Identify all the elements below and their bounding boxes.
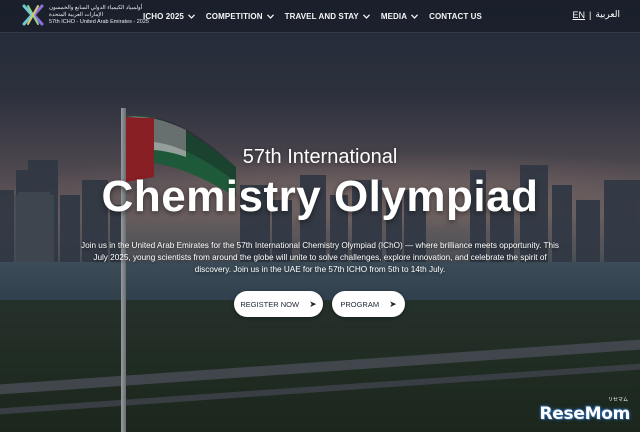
- lang-ar-link[interactable]: العربية: [595, 10, 620, 20]
- watermark-logo: ReseMom: [539, 404, 631, 424]
- nav-label: ICHO 2025: [143, 12, 184, 21]
- nav-label: COMPETITION: [205, 12, 263, 21]
- hero-title: Chemistry Olympiad: [101, 172, 539, 221]
- nav-label: MEDIA: [380, 12, 408, 21]
- logo-arabic-line2: الإمارات العربية المتحدة: [49, 11, 104, 18]
- nav-label: TRAVEL AND STAY: [284, 12, 359, 21]
- register-now-button[interactable]: REGISTER NOW ➤: [234, 291, 323, 317]
- nav-item-travel-and-stay[interactable]: TRAVEL AND STAY: [285, 12, 370, 21]
- language-switcher: EN | العربية: [573, 10, 620, 20]
- logo-text: أولمبياد الكيمياء الدولي السابع والخمسون…: [49, 5, 149, 26]
- hero-description: Join us in the United Arab Emirates for …: [81, 241, 559, 274]
- program-button[interactable]: PROGRAM ➤: [332, 291, 405, 317]
- button-label: PROGRAM: [340, 299, 380, 309]
- button-label: REGISTER NOW: [240, 299, 300, 309]
- site-header: أولمبياد الكيمياء الدولي السابع والخمسون…: [0, 0, 640, 33]
- arrow-right-icon: ➤: [309, 298, 317, 309]
- nav-item-media[interactable]: MEDIA: [380, 12, 419, 21]
- logo-english-line: 57th ICHO - United Arab Emirates - 2025: [49, 18, 149, 25]
- chevron-down-icon: [187, 14, 195, 19]
- hero-subtitle: 57th International: [242, 146, 398, 168]
- logo-arabic-line1: أولمبياد الكيمياء الدولي السابع والخمسون: [49, 4, 143, 11]
- chevron-down-icon: [362, 14, 370, 19]
- lang-separator: |: [589, 10, 592, 20]
- nav-item-contact-us[interactable]: CONTACT US: [429, 12, 482, 21]
- lang-en-link[interactable]: EN: [573, 10, 586, 20]
- nav-item-icho-2025[interactable]: ICHO 2025: [143, 12, 195, 21]
- main-nav: ICHO 2025 COMPETITION TRAVEL AND STAY ME…: [143, 0, 493, 33]
- icho-logo-mark-icon: [22, 4, 44, 26]
- resemom-watermark: リセマム ReseMom: [539, 396, 631, 424]
- chevron-down-icon: [411, 14, 419, 19]
- watermark-small-text: リセマム: [607, 397, 628, 403]
- nav-label: CONTACT US: [429, 12, 482, 21]
- chevron-down-icon: [266, 14, 274, 19]
- icho-logo[interactable]: أولمبياد الكيمياء الدولي السابع والخمسون…: [22, 4, 149, 26]
- arrow-right-icon: ➤: [389, 298, 397, 309]
- nav-item-competition[interactable]: COMPETITION: [206, 12, 274, 21]
